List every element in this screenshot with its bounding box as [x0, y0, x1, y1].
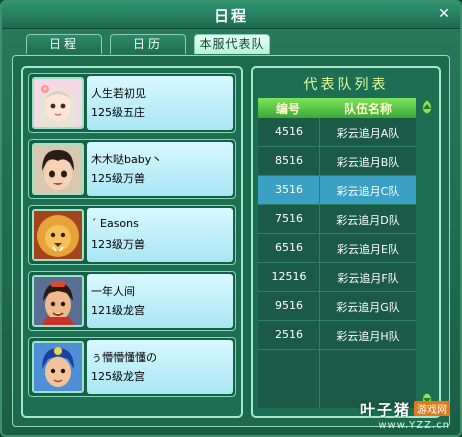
- header-number: 编号: [276, 102, 301, 116]
- column-divider: [319, 379, 320, 408]
- team-name: 彩云追月B队: [336, 156, 400, 169]
- member-level: 125级万兽: [91, 172, 145, 185]
- blue-hair-avatar-icon: [32, 341, 84, 393]
- team-name: 彩云追月H队: [336, 330, 400, 343]
- table-row[interactable]: 6516 彩云追月E队: [258, 234, 416, 263]
- team-table-body: 4516 彩云追月A队 8516 彩云追月B队 3516 彩云追月C队 7516…: [258, 118, 416, 408]
- member-card[interactable]: 木木哒baby丶 125级万兽: [28, 139, 236, 199]
- team-number: 4516: [275, 125, 303, 138]
- lion-avatar-icon: [32, 209, 84, 261]
- member-info: 人生若初见 125级五庄: [87, 76, 233, 130]
- member-level: 125级五庄: [91, 106, 145, 119]
- member-level: 123级万兽: [91, 238, 145, 251]
- header-team-name: 队伍名称: [344, 102, 393, 116]
- boy-avatar-icon: [32, 143, 84, 195]
- team-number: 12516: [271, 270, 307, 283]
- table-row[interactable]: 4516 彩云追月A队: [258, 118, 416, 147]
- tab-server-team[interactable]: 本服代表队: [194, 34, 270, 54]
- team-number: 6516: [275, 241, 303, 254]
- member-card[interactable]: 人生若初见 125级五庄: [28, 73, 236, 133]
- warrior-avatar-icon: [32, 275, 84, 327]
- team-number: 2516: [275, 328, 303, 341]
- watermark-badge: 游戏网: [414, 401, 450, 416]
- member-name: 木木哒baby丶: [91, 153, 163, 166]
- team-number: 9516: [275, 299, 303, 312]
- content-frame: 人生若初见 125级五庄 木木哒baby丶 125级万兽 ˊ Easons 12…: [12, 55, 450, 427]
- member-info: 一年人间 121级龙宫: [87, 274, 233, 328]
- schedule-window: 日程 ✕ 日程 日历 本服代表队 人生若初见 125级五庄 木木哒baby丶 1…: [0, 0, 462, 437]
- team-name: 彩云追月C队: [336, 185, 400, 198]
- member-card[interactable]: ぅ懵懵懂懂の 125级龙宫: [28, 337, 236, 397]
- team-number: 8516: [275, 154, 303, 167]
- member-name: ˊ Easons: [91, 217, 139, 230]
- member-info: ぅ懵懵懂懂の 125级龙宫: [87, 340, 233, 394]
- team-name: 彩云追月D队: [336, 214, 400, 227]
- table-row-empty: [258, 350, 416, 379]
- member-name: 一年人间: [91, 285, 135, 298]
- team-name: 彩云追月G队: [336, 301, 400, 314]
- member-info: 木木哒baby丶 125级万兽: [87, 142, 233, 196]
- column-divider: [319, 350, 320, 379]
- member-info: ˊ Easons 123级万兽: [87, 208, 233, 262]
- scroll-up-icon[interactable]: [418, 98, 436, 116]
- window-title: 日程: [213, 7, 248, 25]
- table-row[interactable]: 2516 彩云追月H队: [258, 321, 416, 350]
- team-list-title: 代表队列表: [303, 77, 389, 93]
- table-row[interactable]: 9516 彩云追月G队: [258, 292, 416, 321]
- member-name: 人生若初见: [91, 87, 146, 100]
- member-level: 125级龙宫: [91, 370, 145, 383]
- member-list: 人生若初见 125级五庄 木木哒baby丶 125级万兽 ˊ Easons 12…: [21, 66, 243, 418]
- table-row-selected[interactable]: 3516 彩云追月C队: [258, 176, 416, 205]
- team-name: 彩云追月E队: [337, 243, 399, 256]
- team-number: 3516: [275, 183, 303, 196]
- table-row[interactable]: 12516 彩云追月F队: [258, 263, 416, 292]
- site-watermark: 叶子猪 游戏网 www.YZZ.cn: [360, 399, 450, 431]
- table-row[interactable]: 8516 彩云追月B队: [258, 147, 416, 176]
- member-card[interactable]: ˊ Easons 123级万兽: [28, 205, 236, 265]
- team-table-header: 编号 队伍名称: [258, 98, 416, 118]
- member-card[interactable]: 一年人间 121级龙宫: [28, 271, 236, 331]
- tab-schedule[interactable]: 日程: [26, 34, 102, 54]
- member-name: ぅ懵懵懂懂の: [91, 351, 157, 364]
- team-number: 7516: [275, 212, 303, 225]
- tab-calendar[interactable]: 日历: [110, 34, 186, 54]
- watermark-url: www.YZZ.cn: [378, 420, 450, 431]
- table-row[interactable]: 7516 彩云追月D队: [258, 205, 416, 234]
- team-list-panel: 代表队列表 编号 队伍名称 4516 彩云追月A队 8516 彩云追月B队 35…: [251, 66, 441, 418]
- team-name: 彩云追月F队: [337, 272, 399, 285]
- title-bar[interactable]: 日程 ✕: [2, 2, 460, 29]
- team-name: 彩云追月A队: [336, 127, 400, 140]
- close-icon[interactable]: ✕: [436, 6, 452, 22]
- scrollbar[interactable]: [418, 98, 436, 410]
- member-level: 121级龙宫: [91, 304, 145, 317]
- girl-avatar-icon: [32, 77, 84, 129]
- watermark-logo-text: 叶子猪: [359, 401, 411, 419]
